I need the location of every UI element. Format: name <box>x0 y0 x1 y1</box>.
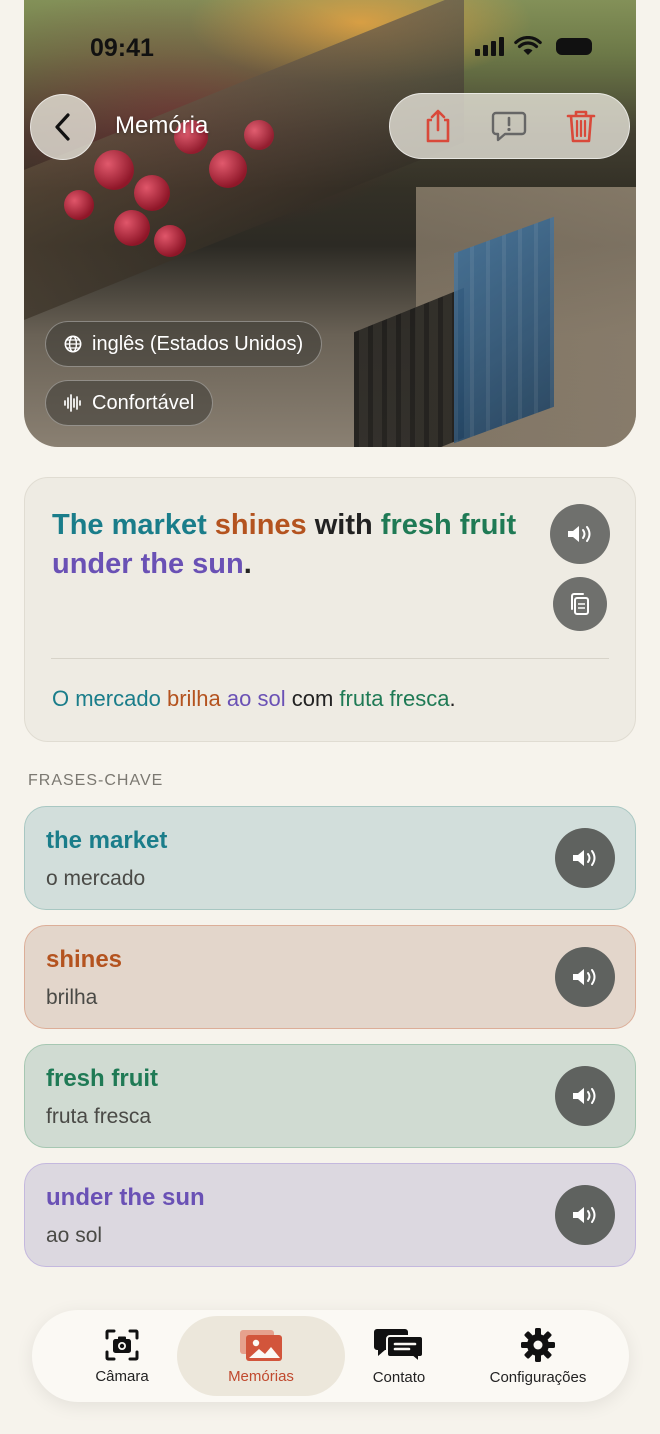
sentence-segment: ao sol <box>226 686 286 711</box>
sentence-segment: O mercado <box>52 686 161 711</box>
phrase-translation: o mercado <box>46 867 146 890</box>
delete-button[interactable] <box>561 106 601 146</box>
sentence-segment: brilha <box>166 686 221 711</box>
phrase-text: under the sun <box>46 1184 205 1211</box>
sentence-segment: fresh fruit <box>380 509 517 541</box>
camera-icon <box>105 1329 139 1360</box>
sentence-segment: under the sun <box>52 548 244 580</box>
sentence-segment: fruta fresca <box>339 686 450 711</box>
chevron-left-icon <box>55 113 70 141</box>
sentence-card: The market shines with fresh fruit under… <box>24 477 636 742</box>
tab-settings[interactable]: Configurações <box>468 1316 608 1396</box>
sentence-segment: . <box>449 686 456 711</box>
key-phrase-card[interactable]: fresh fruit fruta fresca <box>24 1044 636 1148</box>
page-title: Memória <box>115 112 209 139</box>
tab-camera[interactable]: Câmara <box>72 1316 172 1396</box>
phrase-text: fresh fruit <box>46 1065 159 1092</box>
trash-icon <box>566 110 596 143</box>
speaker-icon <box>573 1088 596 1104</box>
tab-contact-label: Contato <box>372 1368 426 1386</box>
tab-camera-label: Câmara <box>95 1367 149 1385</box>
report-button[interactable] <box>489 106 529 146</box>
speaker-icon <box>573 969 596 985</box>
phrase-translation: fruta fresca <box>46 1105 152 1128</box>
sentence-text: The market shines with fresh fruit under… <box>52 506 522 584</box>
status-time: 09:41 <box>90 34 154 62</box>
sentence-segment <box>207 509 215 541</box>
action-group <box>389 93 630 159</box>
play-phrase-button[interactable] <box>555 1185 615 1245</box>
tab-memories[interactable]: Memórias <box>177 1316 345 1396</box>
key-phrase-card[interactable]: under the sun ao sol <box>24 1163 636 1267</box>
cellular-signal-icon <box>475 36 504 56</box>
tab-bar: Câmara Memórias Contato Configurações <box>32 1310 629 1402</box>
waveform-icon <box>64 394 81 412</box>
play-sentence-button[interactable] <box>550 504 610 564</box>
back-button[interactable] <box>30 94 96 160</box>
chat-bubbles-icon <box>374 1328 424 1363</box>
play-phrase-button[interactable] <box>555 1066 615 1126</box>
language-label: inglês (Estados Unidos) <box>92 332 304 355</box>
phrase-text: shines <box>46 946 123 973</box>
tab-contact[interactable]: Contato <box>349 1316 449 1396</box>
play-phrase-button[interactable] <box>555 828 615 888</box>
gear-icon <box>521 1327 555 1362</box>
sentence-segment: shines <box>214 509 307 541</box>
phrase-translation: brilha <box>46 986 98 1009</box>
speaker-icon <box>573 850 596 866</box>
language-chip[interactable]: inglês (Estados Unidos) <box>45 321 323 367</box>
sentence-segment: with <box>306 509 381 541</box>
tab-settings-label: Configurações <box>489 1368 587 1386</box>
key-phrases-heading: FRASES-CHAVE <box>28 772 164 789</box>
copy-icon <box>571 593 589 615</box>
key-phrase-card[interactable]: the market o mercado <box>24 806 636 910</box>
globe-icon <box>64 335 82 353</box>
share-icon <box>426 109 450 143</box>
report-message-icon <box>492 111 527 142</box>
speaker-icon <box>573 1207 596 1223</box>
key-phrase-card[interactable]: shines brilha <box>24 925 636 1029</box>
speaker-icon <box>568 526 591 542</box>
speed-chip[interactable]: Confortável <box>45 380 214 426</box>
photos-icon <box>240 1329 282 1361</box>
wifi-icon <box>514 36 542 55</box>
battery-icon <box>556 38 592 55</box>
share-button[interactable] <box>418 106 458 146</box>
status-icons <box>475 36 592 56</box>
phrase-text: the market <box>46 827 168 854</box>
sentence-segment: The market <box>52 509 207 541</box>
copy-button[interactable] <box>553 577 607 631</box>
sentence-segment: . <box>243 548 252 580</box>
play-phrase-button[interactable] <box>555 947 615 1007</box>
divider <box>51 658 609 659</box>
sentence-translation: O mercado brilha ao sol com fruta fresca… <box>52 686 456 712</box>
tab-memories-label: Memórias <box>228 1367 294 1385</box>
speed-label: Confortável <box>92 391 195 414</box>
phrase-translation: ao sol <box>46 1224 103 1247</box>
sentence-segment: com <box>285 686 340 711</box>
